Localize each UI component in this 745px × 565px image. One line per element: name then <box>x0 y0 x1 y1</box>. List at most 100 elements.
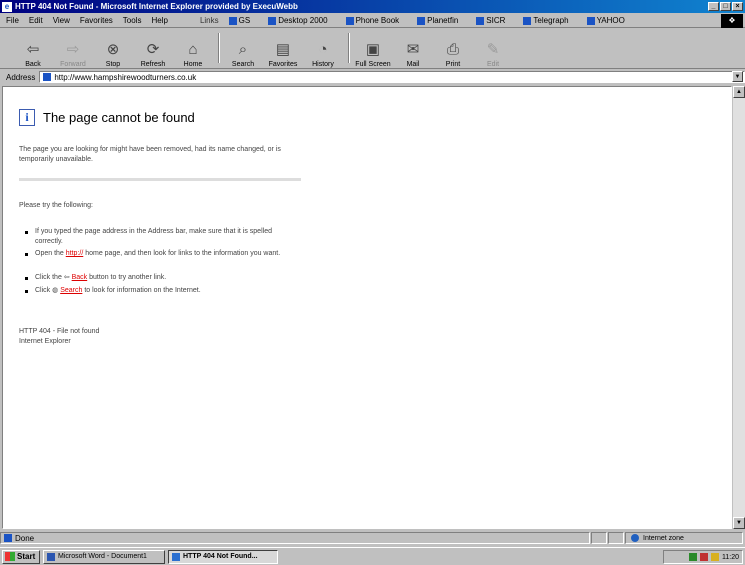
suggestions-heading: Please try the following: <box>19 202 93 209</box>
mail-button[interactable]: ✉ Mail <box>394 39 432 68</box>
task-word[interactable]: Microsoft Word - Document1 <box>43 549 165 564</box>
page-icon <box>476 16 485 25</box>
word-icon <box>47 552 55 561</box>
page-icon <box>345 16 354 25</box>
link-planetfin[interactable]: Planetfin <box>417 16 468 25</box>
back-link[interactable]: Back <box>72 274 88 281</box>
print-button[interactable]: ⎙ Print <box>434 39 472 69</box>
taskbar: Start Microsoft Word - Document1 HTTP 40… <box>0 547 745 565</box>
stop-button[interactable]: ⊗ Stop <box>94 39 132 68</box>
window-title: HTTP 404 Not Found - Microsoft Internet … <box>15 2 298 11</box>
network-icon[interactable] <box>689 553 697 561</box>
windows-logo-icon: ❖ <box>721 14 743 28</box>
forward-arrow-icon: ⇨ <box>66 41 80 58</box>
suggestion-item: Open the http:// home page, and then loo… <box>25 249 300 259</box>
menu-tools[interactable]: Tools <box>123 16 142 25</box>
start-button[interactable]: Start <box>2 549 40 564</box>
page-icon <box>43 73 52 81</box>
intro-text: The page you are looking for might have … <box>19 146 281 163</box>
antivirus-icon[interactable] <box>700 553 708 561</box>
search-button[interactable]: ⌕ Search <box>224 39 262 69</box>
status-text-area: Done <box>0 532 590 544</box>
menu-edit[interactable]: Edit <box>29 16 43 25</box>
link-telegraph[interactable]: Telegraph <box>523 16 578 25</box>
back-button[interactable]: ⇦ Back <box>14 39 52 68</box>
clock: 11:20 <box>722 553 739 561</box>
home-button[interactable]: ⌂ Home <box>174 39 212 69</box>
refresh-icon: ⟳ <box>146 41 160 58</box>
edit-icon: ✎ <box>486 41 500 58</box>
fullscreen-button[interactable]: ▣ Full Screen <box>354 39 392 68</box>
toolbar: ⇦ Back ⇨ Forward ⊗ Stop ⟳ Refresh ⌂ Home ⌕ Sea… <box>0 29 745 69</box>
menu-view[interactable]: View <box>53 16 70 25</box>
menu-favorites[interactable]: Favorites <box>80 16 113 25</box>
link-desktop[interactable]: Desktop 2000 <box>268 16 337 25</box>
page-icon <box>228 16 237 25</box>
forward-button[interactable]: ⇨ Forward <box>54 39 92 68</box>
address-input[interactable] <box>54 72 655 82</box>
page-content: i The page cannot be found The page you … <box>2 86 732 529</box>
status-cell <box>608 532 624 544</box>
suggestion-item: Click ◍ Search to look for information o… <box>25 286 300 296</box>
close-button[interactable]: × <box>732 2 743 11</box>
title-bar: e HTTP 404 Not Found - Microsoft Interne… <box>0 0 745 13</box>
minimize-button[interactable]: _ <box>708 2 719 11</box>
page-title: The page cannot be found <box>43 110 195 125</box>
history-button[interactable]: ◔ History <box>304 39 342 69</box>
refresh-button[interactable]: ⟳ Refresh <box>134 39 172 68</box>
address-dropdown-icon[interactable]: ▼ <box>732 71 743 82</box>
speaker-icon[interactable] <box>711 553 719 561</box>
status-bar: Done Internet zone <box>0 531 745 545</box>
vertical-scrollbar[interactable]: ▲ ▼ <box>733 86 745 529</box>
home-icon: ⌂ <box>188 40 198 58</box>
address-label: Address <box>6 72 36 82</box>
task-ie[interactable]: HTTP 404 Not Found... <box>168 549 278 564</box>
error-header: i The page cannot be found <box>19 109 195 126</box>
menu-help[interactable]: Help <box>151 16 167 25</box>
ie-logo-icon: e <box>2 1 12 12</box>
back-arrow-icon: ⇦ <box>26 41 40 58</box>
page-icon <box>523 16 532 25</box>
toolbar-separator <box>348 33 350 63</box>
link-gs[interactable]: GS <box>228 16 261 25</box>
address-bar: Address ▼ <box>0 70 745 84</box>
browser-name: Internet Explorer <box>19 338 71 345</box>
history-icon: ◔ <box>318 40 328 58</box>
suggestion-item: If you typed the page address in the Add… <box>25 227 300 247</box>
mail-icon: ✉ <box>406 41 420 58</box>
window-controls: _ □ × <box>708 2 743 11</box>
search-icon: ⌕ <box>238 40 248 58</box>
info-icon: i <box>19 109 35 126</box>
link-phone-book[interactable]: Phone Book <box>345 16 410 25</box>
page-icon <box>586 16 595 25</box>
menu-file[interactable]: File <box>6 16 19 25</box>
page-icon <box>417 16 426 25</box>
error-code: HTTP 404 - File not found <box>19 328 100 335</box>
favorites-button[interactable]: ▤ Favorites <box>264 39 302 68</box>
print-icon: ⎙ <box>446 40 459 58</box>
link-sicr[interactable]: SICR <box>476 16 515 25</box>
suggestion-item: Click the ⇦ Back button to try another l… <box>25 273 300 283</box>
fullscreen-icon: ▣ <box>365 41 381 58</box>
edit-button[interactable]: ✎ Edit <box>474 39 512 68</box>
search-link[interactable]: Search <box>60 287 82 294</box>
links-label: Links <box>199 16 219 25</box>
ie-logo-icon <box>172 552 180 561</box>
scroll-down-icon[interactable]: ▼ <box>733 517 745 529</box>
home-page-link[interactable]: http:// <box>66 250 84 257</box>
address-field[interactable] <box>39 71 745 83</box>
windows-logo-icon <box>5 552 15 561</box>
link-yahoo[interactable]: YAHOO <box>586 16 635 25</box>
security-zone: Internet zone <box>625 532 743 544</box>
page-icon <box>268 16 277 25</box>
favorites-icon: ▤ <box>275 41 291 58</box>
menu-bar: File Edit View Favorites Tools Help Link… <box>0 14 745 28</box>
scroll-up-icon[interactable]: ▲ <box>733 86 745 98</box>
globe-icon <box>631 534 639 542</box>
search-icon: ◍ <box>52 287 59 294</box>
system-tray: 11:20 <box>663 550 743 564</box>
back-arrow-icon: ⇦ <box>63 274 70 281</box>
page-icon <box>4 534 12 542</box>
maximize-button[interactable]: □ <box>720 2 731 11</box>
toolbar-separator <box>218 33 220 63</box>
